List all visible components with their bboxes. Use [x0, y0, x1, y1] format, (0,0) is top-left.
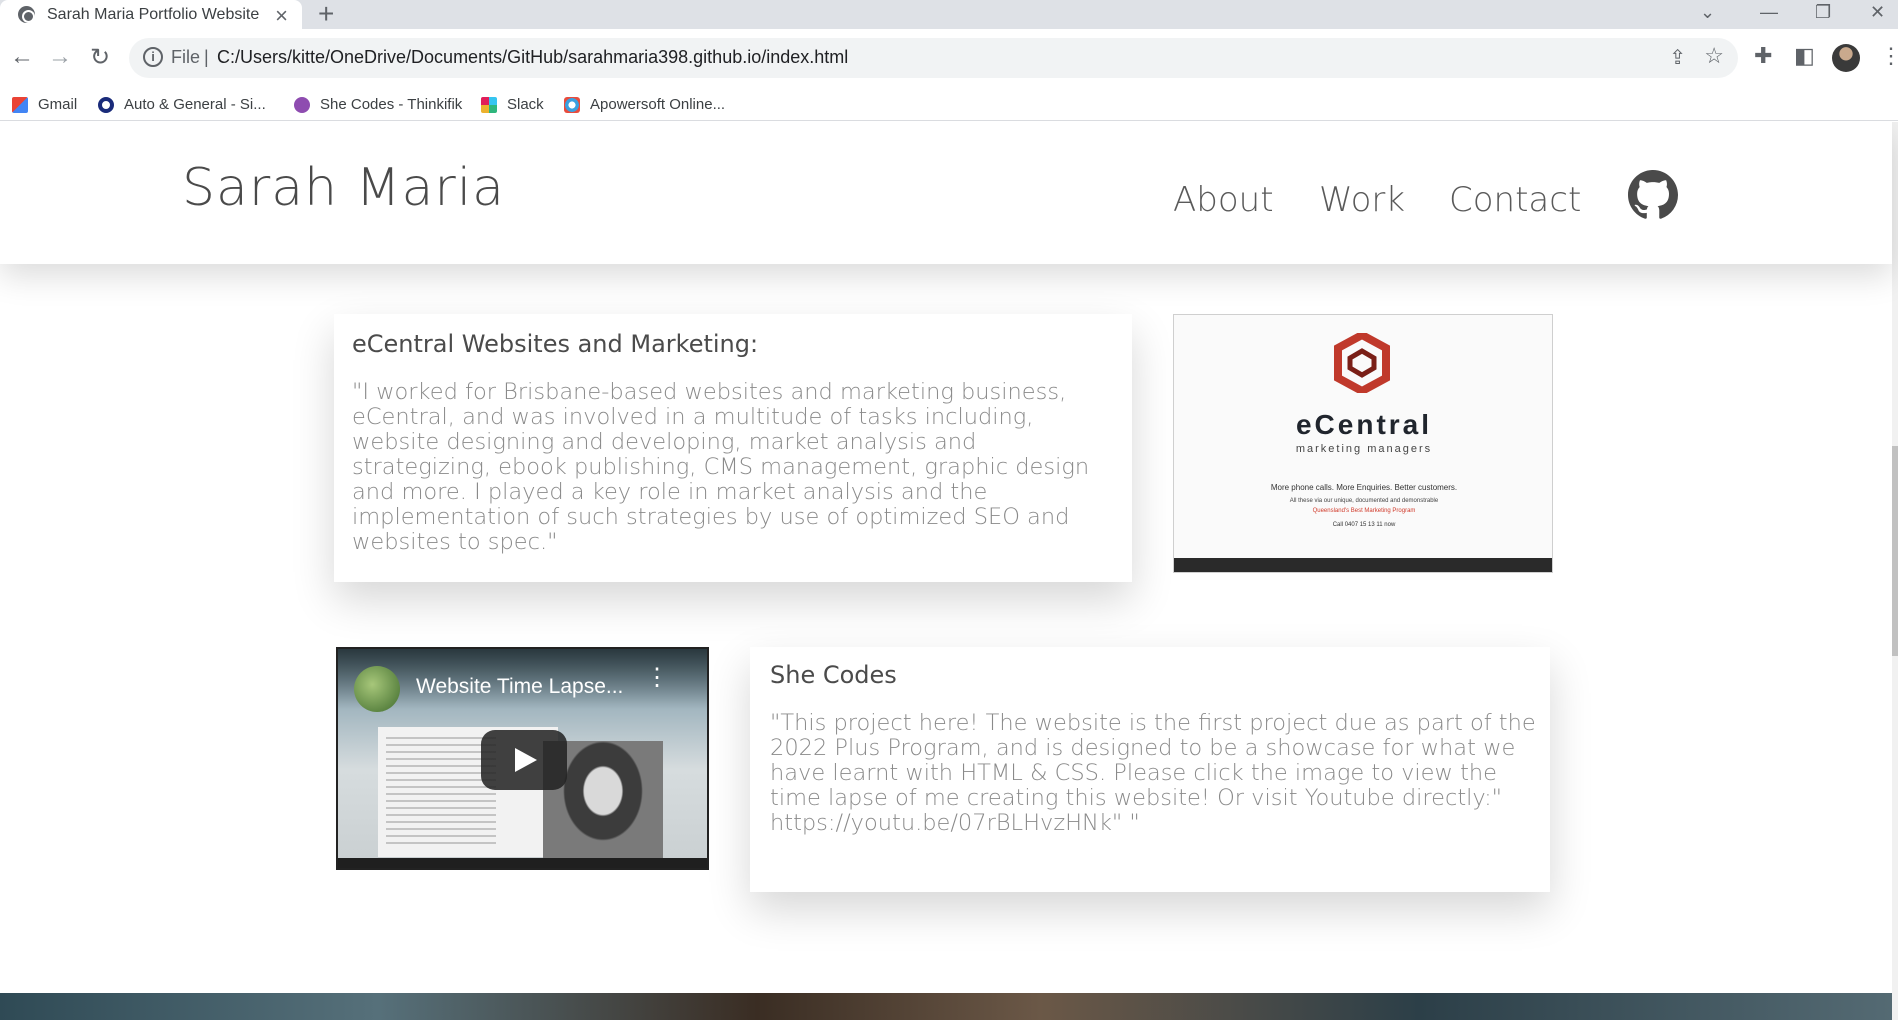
video-title[interactable]: Website Time Lapse...	[416, 675, 623, 699]
video-more-icon[interactable]: ⋮	[645, 666, 669, 690]
gmail-icon	[12, 96, 28, 113]
ecentral-line: Call 0407 15 13 11 now	[1332, 522, 1396, 528]
ecentral-tagline: More phone calls. More Enquiries. Better…	[1270, 483, 1458, 492]
side-panel-icon[interactable]: ◧	[1794, 43, 1815, 69]
project-title: eCentral Websites and Marketing:	[352, 330, 759, 358]
project-card-she-codes: She Codes "This project here! The websit…	[750, 647, 1550, 892]
video-thumbnail-text	[386, 737, 496, 847]
bookmark-she-codes[interactable]: She Codes - Thinkifik	[294, 88, 462, 121]
tab-title: Sarah Maria Portfolio Website	[47, 5, 260, 23]
ecentral-name: eCentral	[1295, 409, 1433, 440]
address-url[interactable]: C:/Users/kitte/OneDrive/Documents/GitHub…	[217, 47, 848, 68]
minimize-icon[interactable]: —	[1760, 2, 1778, 23]
globe-icon	[18, 6, 35, 23]
bookmarks-bar: Gmail Auto & General - Si... She Codes -…	[0, 88, 1898, 121]
ecentral-line: Queensland's Best Marketing Program	[1312, 508, 1416, 514]
youtube-video-embed[interactable]: Website Time Lapse... ⋮	[336, 647, 709, 870]
site-brand[interactable]: Sarah Maria	[182, 158, 505, 218]
bookmark-apowersoft[interactable]: Apowersoft Online...	[564, 88, 725, 121]
info-icon[interactable]: i	[143, 47, 163, 67]
page-scrollbar[interactable]	[1892, 122, 1898, 1020]
close-tab-icon[interactable]: ×	[275, 3, 288, 29]
site-header: Sarah Maria About Work Contact	[0, 122, 1892, 264]
ecentral-logo-icon	[1334, 333, 1390, 393]
tab-search-icon[interactable]: ⌄	[1700, 2, 1715, 23]
github-icon[interactable]	[1628, 170, 1678, 220]
share-icon[interactable]: ⇪	[1669, 45, 1686, 70]
bookmark-label: Gmail	[38, 96, 78, 113]
bookmark-gmail[interactable]: Gmail	[12, 88, 77, 121]
close-window-icon[interactable]: ✕	[1870, 2, 1885, 23]
nav-work[interactable]: Work	[1319, 180, 1405, 220]
menu-icon[interactable]: ⋮	[1880, 43, 1898, 69]
she-codes-icon	[294, 96, 310, 113]
bookmark-label: She Codes - Thinkifik	[320, 96, 463, 113]
new-tab-icon[interactable]: +	[318, 0, 334, 30]
bookmark-label: Slack	[507, 96, 544, 113]
browser-tab-strip: Sarah Maria Portfolio Website × + ⌄ — ❐ …	[0, 0, 1898, 29]
bookmark-auto-general[interactable]: Auto & General - Si...	[98, 88, 266, 121]
project-description: "I worked for Brisbane-based websites an…	[352, 379, 1090, 555]
forward-icon[interactable]: →	[48, 43, 72, 71]
video-thumbnail-taskbar	[338, 858, 707, 868]
address-separator: |	[204, 47, 209, 67]
ecentral-line: All these via our unique, documented and…	[1289, 498, 1439, 504]
ecentral-screenshot[interactable]: eCentral marketing managers More phone c…	[1173, 314, 1553, 573]
extensions-icon[interactable]: ✚	[1754, 43, 1772, 69]
channel-avatar[interactable]	[354, 666, 400, 712]
address-scheme: File	[171, 47, 201, 67]
bookmark-star-icon[interactable]: ☆	[1704, 43, 1724, 69]
bookmark-label: Apowersoft Online...	[590, 96, 726, 113]
page-viewport: Sarah Maria About Work Contact eCentral …	[0, 122, 1898, 1020]
footer-hero-image	[0, 993, 1892, 1020]
restore-icon[interactable]: ❐	[1815, 2, 1831, 23]
browser-toolbar: ← → ↻ i File | C:/Users/kitte/OneDrive/D…	[0, 29, 1898, 88]
project-description: "This project here! The website is the f…	[770, 710, 1536, 836]
ecentral-footer-bar	[1174, 558, 1552, 572]
project-card-ecentral: eCentral Websites and Marketing: "I work…	[334, 314, 1132, 582]
profile-avatar[interactable]	[1832, 44, 1860, 72]
project-title: She Codes	[770, 661, 897, 689]
reload-icon[interactable]: ↻	[90, 43, 110, 72]
address-bar[interactable]: i File | C:/Users/kitte/OneDrive/Documen…	[129, 38, 1738, 78]
auto-general-icon	[98, 96, 114, 113]
ecentral-subtitle: marketing managers	[1295, 443, 1433, 455]
slack-icon	[481, 96, 497, 113]
nav-about[interactable]: About	[1173, 180, 1274, 220]
back-icon[interactable]: ←	[10, 43, 34, 71]
play-button[interactable]	[481, 730, 567, 790]
apowersoft-icon	[564, 96, 580, 113]
browser-tab[interactable]: Sarah Maria Portfolio Website ×	[0, 0, 302, 29]
bookmark-slack[interactable]: Slack	[481, 88, 544, 121]
bookmark-label: Auto & General - Si...	[124, 96, 266, 113]
nav-contact[interactable]: Contact	[1449, 180, 1581, 220]
scrollbar-thumb[interactable]	[1892, 446, 1898, 656]
